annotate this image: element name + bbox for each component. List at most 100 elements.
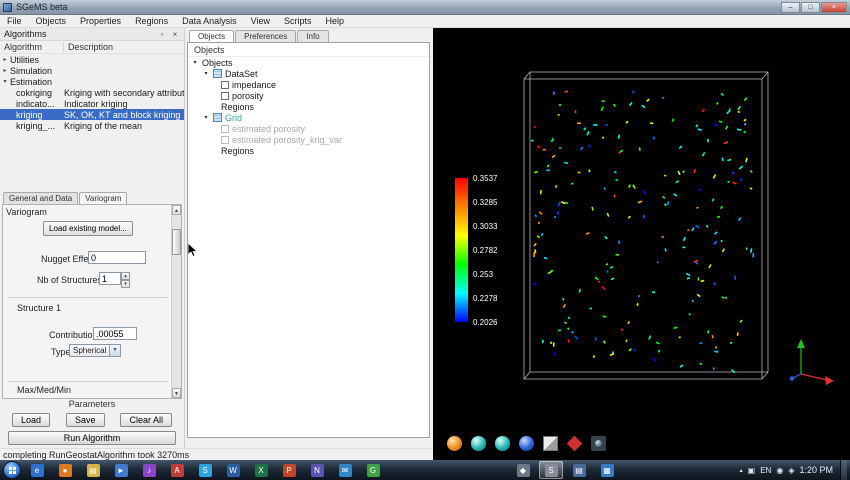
taskbar-app-10[interactable]: P bbox=[277, 461, 301, 479]
run-algorithm-button[interactable]: Run Algorithm bbox=[8, 431, 176, 445]
scrollbar-thumb[interactable] bbox=[172, 228, 181, 255]
scroll-down-icon[interactable]: ▼ bbox=[172, 388, 181, 398]
bounding-box-icon[interactable] bbox=[543, 436, 558, 451]
maximize-button[interactable]: □ bbox=[801, 1, 820, 13]
top-view-icon[interactable] bbox=[471, 436, 486, 451]
taskbar-clock[interactable]: 1:20 PM bbox=[799, 465, 835, 475]
nugget-effect-input[interactable] bbox=[88, 251, 146, 264]
object-item-porosity[interactable]: porosity bbox=[188, 90, 429, 101]
checkbox[interactable] bbox=[221, 135, 229, 144]
taskbar-app-12[interactable]: ✉ bbox=[333, 461, 357, 479]
object-item-estimated-porosity[interactable]: estimated porosity bbox=[188, 123, 429, 134]
object-item-regions[interactable]: Regions bbox=[188, 101, 429, 112]
tab-objects[interactable]: Objects bbox=[189, 30, 235, 42]
save-button[interactable]: Save bbox=[66, 412, 105, 427]
scrollbar-track[interactable] bbox=[172, 215, 181, 388]
stepper-down-icon[interactable]: ▾ bbox=[121, 280, 130, 288]
scatter-point bbox=[627, 215, 631, 219]
float-panel-icon[interactable]: ▫ bbox=[157, 30, 167, 39]
viewport-3d[interactable]: 0.3537 0.3285 0.3033 0.2782 0.253 0.2278 0.202… bbox=[433, 28, 850, 460]
colorbar-tick-label: 0.3033 bbox=[473, 222, 498, 231]
tray-expand-icon[interactable]: ▴ bbox=[740, 467, 743, 474]
language-indicator[interactable]: EN bbox=[760, 466, 771, 475]
scatter-point bbox=[693, 168, 697, 174]
checkbox[interactable] bbox=[221, 80, 229, 89]
tray-icon-2[interactable]: ◉ bbox=[776, 466, 783, 475]
taskbar-window-1[interactable]: ◆ bbox=[511, 461, 535, 479]
algorithm-group-simulation[interactable]: ▸ Simulation bbox=[0, 65, 184, 76]
scatter-point bbox=[571, 182, 574, 185]
tab-info[interactable]: Info bbox=[297, 30, 329, 42]
stepper-up-icon[interactable]: ▴ bbox=[121, 272, 130, 280]
objects-root[interactable]: ▾ Objects bbox=[188, 57, 429, 68]
algorithm-item-kriging[interactable]: kriging SK, OK, KT and block kriging bbox=[0, 109, 184, 120]
object-group-dataset[interactable]: ▾ DataSet bbox=[188, 68, 429, 79]
taskbar-app-8[interactable]: W bbox=[221, 461, 245, 479]
close-panel-icon[interactable]: × bbox=[170, 30, 180, 39]
load-button[interactable]: Load bbox=[12, 412, 51, 427]
snapshot-icon[interactable] bbox=[591, 436, 606, 451]
checkbox[interactable] bbox=[221, 124, 229, 133]
menu-item-file[interactable]: File bbox=[0, 16, 29, 26]
perspective-view-icon[interactable] bbox=[519, 436, 534, 451]
menu-item-data-analysis[interactable]: Data Analysis bbox=[175, 16, 244, 26]
checkbox[interactable] bbox=[221, 91, 229, 100]
tab-general-and-data[interactable]: General and Data bbox=[3, 192, 79, 204]
column-description[interactable]: Description bbox=[64, 42, 184, 52]
taskbar-active-window[interactable]: S bbox=[539, 461, 563, 479]
load-existing-model-button[interactable]: Load existing model... bbox=[43, 221, 133, 236]
nb-structures-input[interactable] bbox=[99, 272, 121, 285]
home-view-icon[interactable] bbox=[447, 436, 462, 451]
start-button[interactable] bbox=[3, 461, 21, 479]
contribution-input[interactable] bbox=[93, 327, 137, 340]
algorithm-item-cokriging[interactable]: cokriging Kriging with secondary attribut… bbox=[0, 87, 184, 98]
scatter-point bbox=[749, 248, 753, 253]
taskbar-app-13[interactable]: G bbox=[361, 461, 385, 479]
face-view-icon[interactable] bbox=[495, 436, 510, 451]
close-button[interactable]: × bbox=[821, 1, 847, 13]
taskbar-app-4[interactable]: ► bbox=[109, 461, 133, 479]
algorithm-item-kriging[interactable]: kriging_... Kriging of the mean bbox=[0, 120, 184, 131]
algorithm-group-utilities[interactable]: ▸ Utilities bbox=[0, 54, 184, 65]
tab-variogram[interactable]: Variogram bbox=[79, 192, 128, 204]
scroll-up-icon[interactable]: ▲ bbox=[172, 205, 181, 215]
taskbar-app-7[interactable]: S bbox=[193, 461, 217, 479]
menu-item-view[interactable]: View bbox=[244, 16, 277, 26]
taskbar-app-9[interactable]: X bbox=[249, 461, 273, 479]
column-algorithm[interactable]: Algorithm bbox=[0, 42, 64, 52]
scatter-point bbox=[721, 248, 726, 253]
minimize-button[interactable]: – bbox=[781, 1, 800, 13]
taskbar-app-6[interactable]: A bbox=[165, 461, 189, 479]
object-item-estimated-porosity-krig-var[interactable]: estimated porosity_krig_var bbox=[188, 134, 429, 145]
panels-row: Algorithms ▫ × Algorithm Description ▸ Ut… bbox=[0, 28, 433, 448]
algorithm-description: Kriging with secondary attribute bbox=[64, 87, 184, 98]
taskbar-app-11[interactable]: N bbox=[305, 461, 329, 479]
algorithm-group-estimation[interactable]: ▾ Estimation bbox=[0, 76, 184, 87]
menu-item-scripts[interactable]: Scripts bbox=[277, 16, 319, 26]
object-item-impedance[interactable]: impedance bbox=[188, 79, 429, 90]
tray-icon-1[interactable]: ▣ bbox=[748, 466, 756, 475]
object-item-regions[interactable]: Regions bbox=[188, 145, 429, 156]
scatter-point bbox=[558, 147, 562, 150]
algorithm-item-indicato[interactable]: indicato... Indicator kriging bbox=[0, 98, 184, 109]
tab-preferences[interactable]: Preferences bbox=[235, 30, 297, 42]
menu-item-objects[interactable]: Objects bbox=[29, 16, 74, 26]
menu-item-regions[interactable]: Regions bbox=[128, 16, 175, 26]
scatter-point bbox=[686, 277, 691, 280]
pick-mode-icon[interactable] bbox=[566, 435, 583, 452]
tray-icon-3[interactable]: ◈ bbox=[788, 466, 794, 475]
show-desktop-button[interactable] bbox=[840, 460, 847, 480]
taskbar-app-3[interactable]: ▤ bbox=[81, 461, 105, 479]
menu-item-properties[interactable]: Properties bbox=[73, 16, 128, 26]
objects-tabs: Objects Preferences Info bbox=[187, 28, 430, 42]
taskbar-app-5[interactable]: ♪ bbox=[137, 461, 161, 479]
clear-all-button[interactable]: Clear All bbox=[120, 412, 172, 427]
taskbar-app-1[interactable]: e bbox=[25, 461, 49, 479]
variogram-scrollbar[interactable]: ▲ ▼ bbox=[171, 205, 181, 398]
menu-item-help[interactable]: Help bbox=[319, 16, 352, 26]
object-group-grid[interactable]: ▾ Grid bbox=[188, 112, 429, 123]
taskbar-window-4[interactable]: ▦ bbox=[595, 461, 619, 479]
taskbar-app-2[interactable]: ● bbox=[53, 461, 77, 479]
type-select[interactable]: Spherical ▼ bbox=[69, 344, 121, 357]
taskbar-window-3[interactable]: ▤ bbox=[567, 461, 591, 479]
